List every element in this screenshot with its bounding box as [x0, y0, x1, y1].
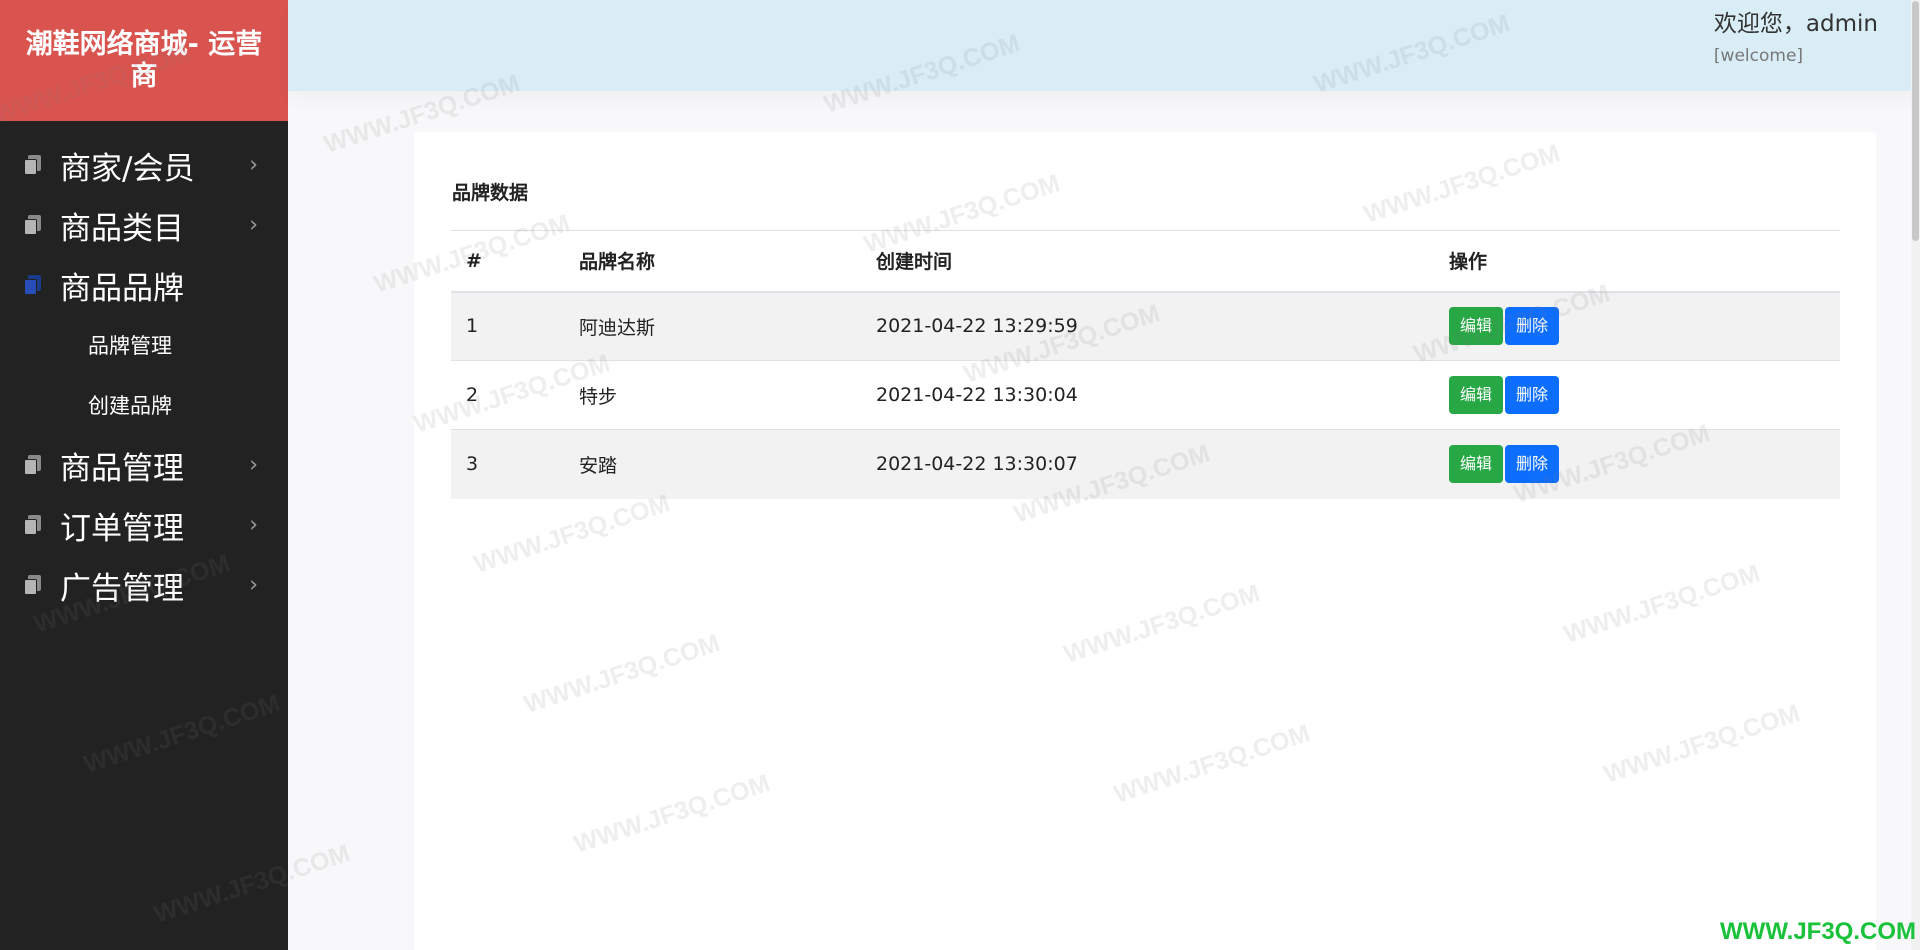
submenu-item-brand-management[interactable]: 品牌管理 — [0, 315, 288, 375]
document-icon — [24, 215, 44, 235]
chevron-right-icon: › — [249, 152, 258, 178]
chevron-right-icon: › — [249, 212, 258, 238]
brand-table: # 品牌名称 创建时间 操作 1 阿迪达斯 2021-04-22 13:29:5… — [451, 230, 1840, 499]
content-panel: 品牌数据 # 品牌名称 创建时间 操作 1 阿迪达斯 2021-04-22 13… — [414, 132, 1876, 950]
cell-name: 阿迪达斯 — [564, 291, 861, 361]
cell-created: 2021-04-22 13:29:59 — [861, 291, 1434, 361]
sidebar-menu: 商家/会员 › 商品类目 › 商品品牌 品牌管理 创建品牌 商品管理 › 订单管… — [0, 135, 288, 615]
table-row: 1 阿迪达斯 2021-04-22 13:29:59 编辑 删除 — [451, 291, 1840, 361]
cell-created: 2021-04-22 13:30:04 — [861, 360, 1434, 430]
brand-submenu: 品牌管理 创建品牌 — [0, 315, 288, 435]
delete-button[interactable]: 删除 — [1505, 376, 1560, 414]
user-block: 欢迎您，admin [welcome] — [1714, 4, 1878, 66]
submenu-item-create-brand[interactable]: 创建品牌 — [0, 375, 288, 435]
welcome-subtext: [welcome] — [1713, 46, 1804, 66]
chevron-right-icon: › — [249, 452, 258, 478]
cell-index: 1 — [451, 291, 564, 361]
document-icon — [24, 155, 44, 175]
edit-button[interactable]: 编辑 — [1449, 376, 1504, 414]
cell-name: 特步 — [564, 360, 861, 430]
cell-name: 安踏 — [564, 429, 861, 499]
edit-button[interactable]: 编辑 — [1449, 307, 1504, 346]
sidebar-item-label: 广告管理 — [60, 570, 184, 607]
sidebar-item-label: 商品类目 — [60, 210, 184, 247]
sidebar-item-merchants[interactable]: 商家/会员 › — [0, 135, 288, 195]
sidebar-item-categories[interactable]: 商品类目 › — [0, 195, 288, 255]
sidebar-item-ads[interactable]: 广告管理 › — [0, 555, 288, 615]
table-row: 3 安踏 2021-04-22 13:30:07 编辑 删除 — [451, 429, 1840, 499]
top-header: 欢迎您，admin [welcome] — [288, 0, 1920, 91]
cell-index: 3 — [451, 429, 564, 499]
delete-button[interactable]: 删除 — [1505, 307, 1560, 346]
panel-title: 品牌数据 — [452, 182, 529, 204]
cell-actions: 编辑 删除 — [1434, 360, 1840, 430]
sidebar-item-label: 商家/会员 — [60, 150, 195, 187]
delete-button[interactable]: 删除 — [1505, 445, 1560, 484]
sidebar-item-products[interactable]: 商品管理 › — [0, 435, 288, 495]
sidebar-item-brands[interactable]: 商品品牌 — [0, 255, 288, 315]
cell-created: 2021-04-22 13:30:07 — [861, 429, 1434, 499]
column-header-actions: 操作 — [1434, 230, 1840, 293]
chevron-right-icon: › — [249, 512, 258, 538]
column-header-created: 创建时间 — [861, 230, 1434, 293]
sidebar-item-label: 商品品牌 — [60, 270, 184, 307]
sidebar-item-orders[interactable]: 订单管理 › — [0, 495, 288, 555]
column-header-index: # — [451, 230, 564, 293]
document-icon — [24, 275, 44, 295]
cell-actions: 编辑 删除 — [1434, 291, 1840, 361]
page-scrollbar[interactable] — [1911, 0, 1920, 950]
document-icon — [24, 575, 44, 595]
document-icon — [24, 455, 44, 475]
welcome-text: 欢迎您，admin — [1713, 11, 1878, 37]
cell-actions: 编辑 删除 — [1434, 429, 1840, 499]
cell-index: 2 — [451, 360, 564, 430]
document-icon — [24, 515, 44, 535]
chevron-right-icon: › — [249, 572, 258, 598]
brand-title: 潮鞋网络商城- 运营商 — [0, 0, 288, 121]
edit-button[interactable]: 编辑 — [1449, 445, 1504, 484]
scrollbar-thumb[interactable] — [1912, 1, 1919, 241]
table-header-row: # 品牌名称 创建时间 操作 — [451, 230, 1840, 293]
sidebar: 潮鞋网络商城- 运营商 商家/会员 › 商品类目 › 商品品牌 品牌管理 创建品… — [0, 0, 288, 950]
sidebar-item-label: 订单管理 — [60, 510, 184, 547]
sidebar-item-label: 商品管理 — [60, 450, 184, 487]
table-row: 2 特步 2021-04-22 13:30:04 编辑 删除 — [451, 360, 1840, 430]
column-header-name: 品牌名称 — [564, 230, 861, 293]
